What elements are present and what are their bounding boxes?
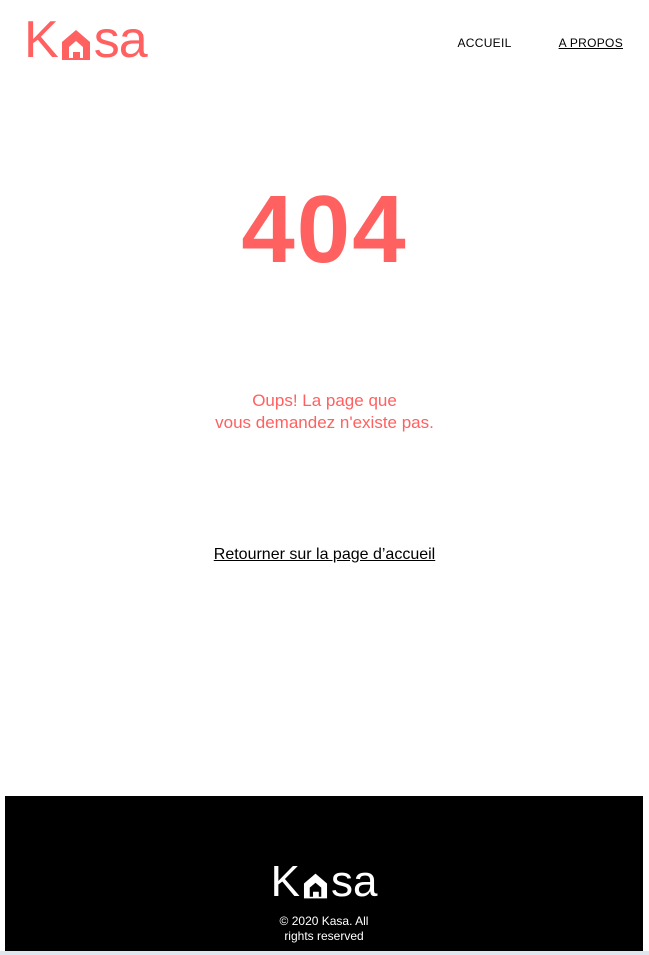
error-message-line-2: vous demandez n'existe pas. — [215, 413, 434, 432]
copyright-text: © 2020 Kasa. All rights reserved — [5, 914, 643, 944]
copyright-line-2: rights reserved — [284, 929, 364, 943]
page: K sa ACCUEIL A PROPOS 404 Oups! La page … — [0, 0, 649, 955]
site-header: K sa ACCUEIL A PROPOS — [0, 0, 649, 86]
footer-logo-letter-k: K — [270, 857, 300, 906]
error-message: Oups! La page que vous demandez n'existe… — [0, 390, 649, 434]
home-link-container: Retourner sur la page d’accueil — [0, 546, 649, 564]
nav-link-a-propos[interactable]: A PROPOS — [559, 36, 623, 50]
window-bottom-edge — [0, 951, 649, 955]
main-nav: ACCUEIL A PROPOS — [457, 36, 623, 50]
error-code: 404 — [241, 176, 408, 283]
house-icon — [61, 30, 90, 60]
kasa-logo[interactable]: K sa — [24, 11, 148, 69]
nav-link-accueil[interactable]: ACCUEIL — [457, 36, 511, 50]
error-message-line-1: Oups! La page que — [252, 391, 397, 410]
site-footer: K sa © 2020 Kasa. All rights reserved — [5, 796, 643, 951]
home-link[interactable]: Retourner sur la page d’accueil — [214, 546, 435, 563]
footer-logo: K sa — [5, 857, 643, 906]
house-icon — [303, 873, 327, 899]
logo-letter-k: K — [24, 11, 59, 69]
logo-letters-sa: sa — [93, 11, 148, 69]
footer-logo-letters-sa: sa — [330, 857, 378, 906]
copyright-line-1: © 2020 Kasa. All — [279, 914, 369, 928]
